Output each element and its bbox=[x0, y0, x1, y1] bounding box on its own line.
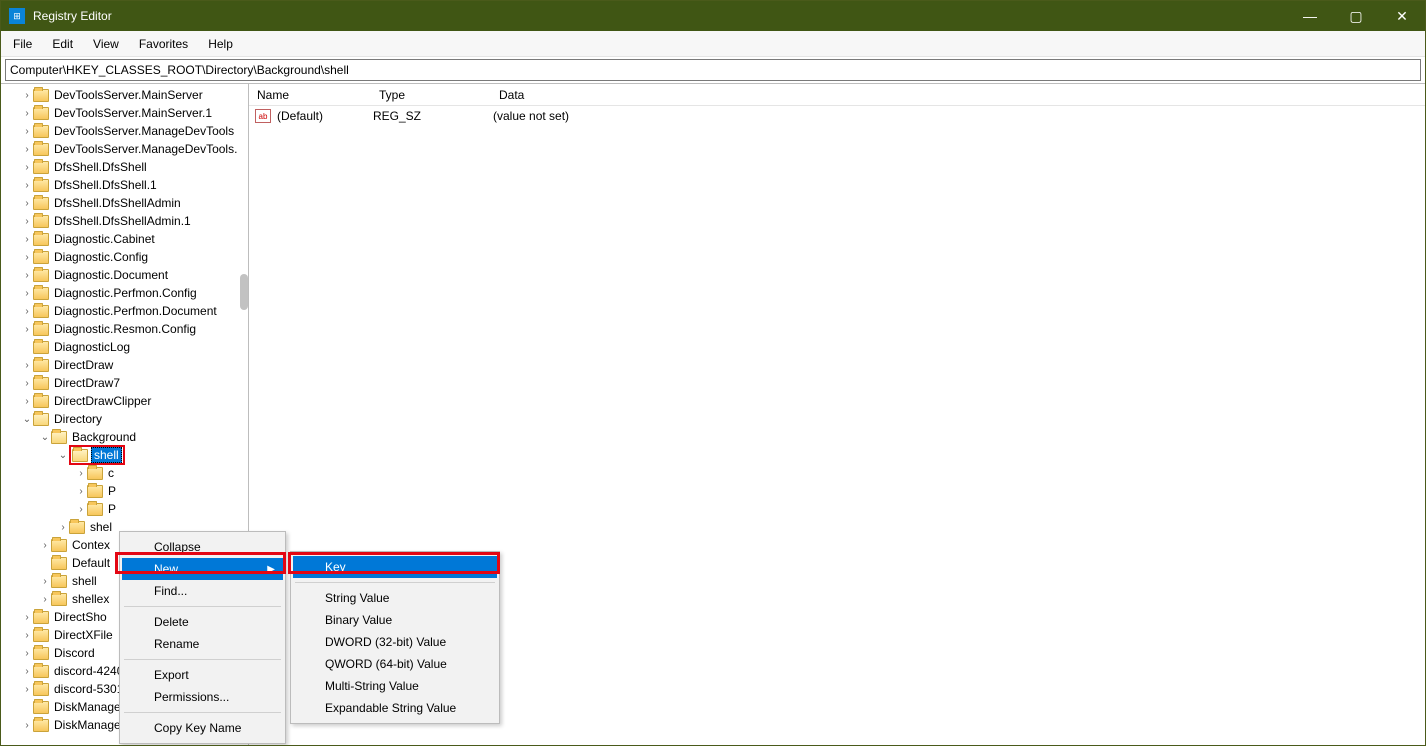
tree-item[interactable]: ›DevToolsServer.ManageDevTools bbox=[1, 122, 248, 140]
window-title: Registry Editor bbox=[33, 9, 112, 23]
tree-item[interactable]: ›DirectDrawClipper bbox=[1, 392, 248, 410]
tree-item-shell-selected[interactable]: ⌄shell bbox=[1, 446, 248, 464]
value-name: (Default) bbox=[275, 109, 371, 123]
value-data: (value not set) bbox=[491, 109, 569, 123]
tree-item[interactable]: ›P bbox=[1, 482, 248, 500]
menu-file[interactable]: File bbox=[5, 35, 40, 53]
tree-item[interactable]: ›Diagnostic.Perfmon.Config bbox=[1, 284, 248, 302]
sub-multi-string-value[interactable]: Multi-String Value bbox=[293, 675, 497, 697]
tree-item[interactable]: ›DevToolsServer.MainServer.1 bbox=[1, 104, 248, 122]
ctx-new[interactable]: New▶ bbox=[122, 558, 283, 580]
tree-item[interactable]: ›DfsShell.DfsShellAdmin bbox=[1, 194, 248, 212]
separator bbox=[295, 582, 495, 583]
separator bbox=[124, 606, 281, 607]
menu-favorites[interactable]: Favorites bbox=[131, 35, 196, 53]
tree-item[interactable]: ›Diagnostic.Config bbox=[1, 248, 248, 266]
tree-item[interactable]: ›DirectDraw bbox=[1, 356, 248, 374]
sub-dword-value[interactable]: DWORD (32-bit) Value bbox=[293, 631, 497, 653]
regedit-icon: ⊞ bbox=[9, 8, 25, 24]
tree-scrollbar[interactable] bbox=[240, 274, 248, 310]
tree-item[interactable]: ›DevToolsServer.ManageDevTools. bbox=[1, 140, 248, 158]
menubar: File Edit View Favorites Help bbox=[1, 31, 1425, 57]
registry-editor-window: ⊞ Registry Editor ― ▢ ✕ File Edit View F… bbox=[0, 0, 1426, 746]
sub-binary-value[interactable]: Binary Value bbox=[293, 609, 497, 631]
tree-item[interactable]: ›c bbox=[1, 464, 248, 482]
separator bbox=[124, 712, 281, 713]
string-value-icon: ab bbox=[255, 109, 271, 123]
tree-item[interactable]: ›P bbox=[1, 500, 248, 518]
col-type[interactable]: Type bbox=[371, 88, 491, 102]
ctx-copy-key-name[interactable]: Copy Key Name bbox=[122, 717, 283, 739]
separator bbox=[124, 659, 281, 660]
tree-item[interactable]: ›DfsShell.DfsShell bbox=[1, 158, 248, 176]
sub-expandable-string-value[interactable]: Expandable String Value bbox=[293, 697, 497, 719]
menu-edit[interactable]: Edit bbox=[44, 35, 81, 53]
content-area: ›DevToolsServer.MainServer ›DevToolsServ… bbox=[1, 83, 1425, 745]
tree-item[interactable]: ›DfsShell.DfsShellAdmin.1 bbox=[1, 212, 248, 230]
tree-item[interactable]: ›DfsShell.DfsShell.1 bbox=[1, 176, 248, 194]
titlebar[interactable]: ⊞ Registry Editor ― ▢ ✕ bbox=[1, 1, 1425, 31]
submenu-arrow-icon: ▶ bbox=[267, 564, 275, 575]
tree-item[interactable]: ›Diagnostic.Resmon.Config bbox=[1, 320, 248, 338]
ctx-collapse[interactable]: Collapse bbox=[122, 536, 283, 558]
value-type: REG_SZ bbox=[371, 109, 491, 123]
tree-item-directory[interactable]: ⌄Directory bbox=[1, 410, 248, 428]
tree-item[interactable]: ›Diagnostic.Perfmon.Document bbox=[1, 302, 248, 320]
ctx-rename[interactable]: Rename bbox=[122, 633, 283, 655]
list-header[interactable]: Name Type Data bbox=[249, 84, 1425, 106]
menu-help[interactable]: Help bbox=[200, 35, 241, 53]
ctx-export[interactable]: Export bbox=[122, 664, 283, 686]
maximize-button[interactable]: ▢ bbox=[1333, 1, 1379, 31]
tree-item[interactable]: ›DirectDraw7 bbox=[1, 374, 248, 392]
tree-item-background[interactable]: ⌄Background bbox=[1, 428, 248, 446]
minimize-button[interactable]: ― bbox=[1287, 1, 1333, 31]
value-row-default[interactable]: ab (Default) REG_SZ (value not set) bbox=[249, 106, 1425, 126]
tree-item[interactable]: ›DevToolsServer.MainServer bbox=[1, 86, 248, 104]
sub-string-value[interactable]: String Value bbox=[293, 587, 497, 609]
menu-view[interactable]: View bbox=[85, 35, 127, 53]
address-bar[interactable] bbox=[5, 59, 1421, 81]
ctx-delete[interactable]: Delete bbox=[122, 611, 283, 633]
ctx-find[interactable]: Find... bbox=[122, 580, 283, 602]
sub-qword-value[interactable]: QWORD (64-bit) Value bbox=[293, 653, 497, 675]
tree-item[interactable]: ›Diagnostic.Document bbox=[1, 266, 248, 284]
ctx-permissions[interactable]: Permissions... bbox=[122, 686, 283, 708]
context-submenu-new: Key String Value Binary Value DWORD (32-… bbox=[290, 551, 500, 724]
tree-item[interactable]: ›Diagnostic.Cabinet bbox=[1, 230, 248, 248]
context-menu: Collapse New▶ Find... Delete Rename Expo… bbox=[119, 531, 286, 744]
close-button[interactable]: ✕ bbox=[1379, 1, 1425, 31]
sub-key[interactable]: Key bbox=[293, 556, 497, 578]
tree-item[interactable]: DiagnosticLog bbox=[1, 338, 248, 356]
col-data[interactable]: Data bbox=[491, 88, 1425, 102]
address-input[interactable] bbox=[10, 63, 1416, 77]
col-name[interactable]: Name bbox=[249, 88, 371, 102]
